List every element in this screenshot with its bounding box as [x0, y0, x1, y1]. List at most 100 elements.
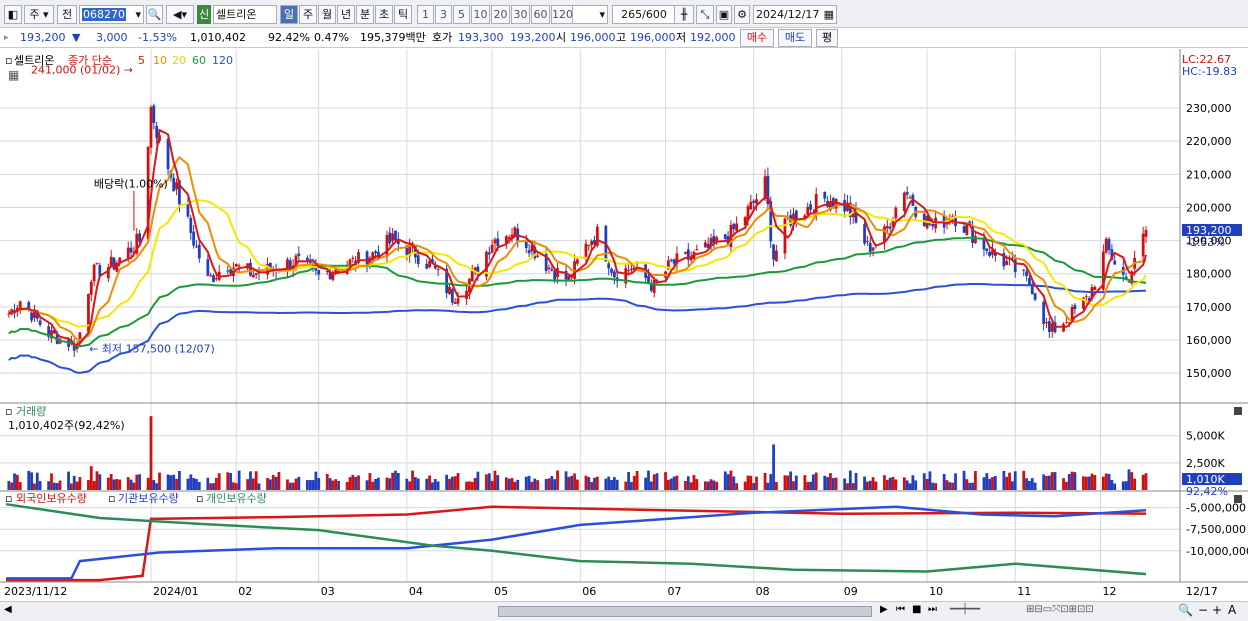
- candle-body: [1073, 305, 1077, 310]
- candle-body: [888, 226, 892, 229]
- candle-body: [905, 192, 909, 195]
- volume-bar: [328, 478, 332, 490]
- interval-button-20[interactable]: 20: [491, 5, 510, 24]
- volume-bar: [1124, 481, 1128, 490]
- period-tab-6[interactable]: 틱: [394, 5, 412, 24]
- save-icon[interactable]: ▣: [716, 5, 732, 24]
- date-field[interactable]: 2024/12/17 ▦: [753, 5, 837, 24]
- period-tab-4[interactable]: 분: [356, 5, 374, 24]
- x-tick-label: 06: [582, 585, 596, 598]
- interval-button-1[interactable]: 1: [417, 5, 434, 24]
- volume-bar: [391, 472, 395, 490]
- first-icon[interactable]: ⏮: [896, 604, 905, 615]
- period-type-select[interactable]: 주 ▾: [24, 5, 54, 24]
- volume-close-icon[interactable]: [1234, 407, 1242, 415]
- stock-code-input[interactable]: 068270 ▾: [79, 5, 144, 24]
- volume-bar: [883, 475, 886, 490]
- x-tick-label: 10: [929, 585, 943, 598]
- search-icon[interactable]: 🔍: [146, 5, 163, 24]
- interval-button-5[interactable]: 5: [453, 5, 470, 24]
- zoom-out-icon[interactable]: −: [1198, 603, 1208, 617]
- scroll-right-icon[interactable]: ▶: [880, 604, 888, 615]
- scroll-thumb[interactable]: [498, 606, 872, 617]
- buy-button[interactable]: 매수: [740, 29, 774, 47]
- volume-bar: [1008, 472, 1011, 490]
- candle-body: [189, 217, 193, 233]
- calendar-icon-chart[interactable]: ▦: [8, 68, 19, 82]
- candle-body: [152, 105, 156, 123]
- stop-icon[interactable]: ■: [912, 604, 921, 615]
- candle-body: [1084, 296, 1088, 298]
- interval-button-3[interactable]: 3: [435, 5, 452, 24]
- scroll-left-icon[interactable]: ◀: [4, 604, 12, 615]
- gear-icon[interactable]: ⚙: [734, 5, 750, 24]
- candle-settings-icon[interactable]: ╫: [674, 5, 694, 24]
- period-tab-1[interactable]: 주: [299, 5, 317, 24]
- avg-button[interactable]: 평: [816, 29, 838, 47]
- font-size-icon[interactable]: A: [1228, 603, 1236, 617]
- bid-label: 호가: [432, 31, 453, 44]
- volume-bar: [1028, 480, 1031, 490]
- volume-bar: [1141, 474, 1145, 490]
- volume-bar: [885, 479, 889, 490]
- calendar-icon[interactable]: ▦: [824, 6, 834, 23]
- candle-body: [627, 270, 630, 272]
- volume-bar: [556, 470, 559, 490]
- volume-bar: [516, 479, 520, 490]
- prev-button[interactable]: 전: [57, 5, 77, 24]
- layout-icon[interactable]: ◧: [4, 5, 22, 24]
- volume-bar: [169, 475, 173, 490]
- candle-body: [89, 281, 93, 295]
- volume-bar: [345, 481, 349, 490]
- code-dropdown-icon[interactable]: ▾: [135, 6, 141, 23]
- volume-bar: [814, 472, 818, 490]
- draw-tool-icon[interactable]: ⤡: [696, 5, 714, 24]
- zoom-in-icon[interactable]: +: [1212, 603, 1222, 617]
- interval-dropdown[interactable]: ▾: [572, 5, 608, 24]
- interval-button-30[interactable]: 30: [511, 5, 530, 24]
- volume-bar: [951, 482, 955, 490]
- candle-body: [192, 231, 196, 246]
- sell-button[interactable]: 매도: [778, 29, 812, 47]
- count-field[interactable]: 265/600: [612, 5, 676, 24]
- candle-body: [197, 244, 201, 259]
- horizontal-scrollbar[interactable]: ◀ ▶ ⏮ ■ ⏭ ━━┿━━ ⊞⊟▭⤧⊡⊞⊡⊡ 🔍 − + A: [0, 601, 1248, 621]
- interval-button-60[interactable]: 60: [531, 5, 550, 24]
- candle-body: [385, 235, 389, 257]
- speaker-icon[interactable]: ◀▾: [166, 5, 194, 24]
- period-tab-0[interactable]: 일: [280, 5, 298, 24]
- candle-body: [493, 239, 497, 244]
- high-value: 196,000: [630, 31, 676, 44]
- volume-bar: [396, 472, 400, 490]
- volume-current-pct: 92,42%: [1186, 485, 1228, 498]
- period-tab-2[interactable]: 월: [318, 5, 336, 24]
- stock-name-field[interactable]: 셀트리온: [213, 5, 277, 24]
- candle-body: [775, 250, 778, 262]
- volume-bar: [425, 478, 429, 490]
- zoom-slider-icon[interactable]: ━━┿━━: [950, 604, 980, 615]
- x-tick-label: 08: [756, 585, 770, 598]
- volume-bar: [573, 473, 576, 490]
- holdings-close-icon[interactable]: [1234, 495, 1242, 503]
- interval-button-10[interactable]: 10: [471, 5, 490, 24]
- candle-body: [95, 262, 99, 264]
- volume-bar: [644, 477, 648, 490]
- candle-body: [647, 275, 650, 283]
- volume-bar: [33, 483, 36, 490]
- candle-body: [894, 207, 898, 219]
- volume-bar: [925, 478, 929, 490]
- tool-icons[interactable]: ⊞⊟▭⤧⊡⊞⊡⊡: [1026, 604, 1094, 615]
- interval-button-120[interactable]: 120: [551, 5, 573, 24]
- expand-icon[interactable]: ▸: [4, 31, 9, 45]
- candle-body: [809, 204, 812, 210]
- candle-body: [149, 106, 153, 148]
- period-tab-5[interactable]: 초: [375, 5, 393, 24]
- zoom-icon[interactable]: 🔍: [1178, 603, 1193, 617]
- candle-body: [684, 251, 687, 254]
- last-icon[interactable]: ⏭: [928, 604, 937, 615]
- volume-bar: [50, 473, 53, 490]
- volume-bar: [871, 477, 875, 490]
- period-tab-3[interactable]: 년: [337, 5, 355, 24]
- volume-bar: [217, 473, 221, 490]
- volume-bar: [1033, 482, 1037, 490]
